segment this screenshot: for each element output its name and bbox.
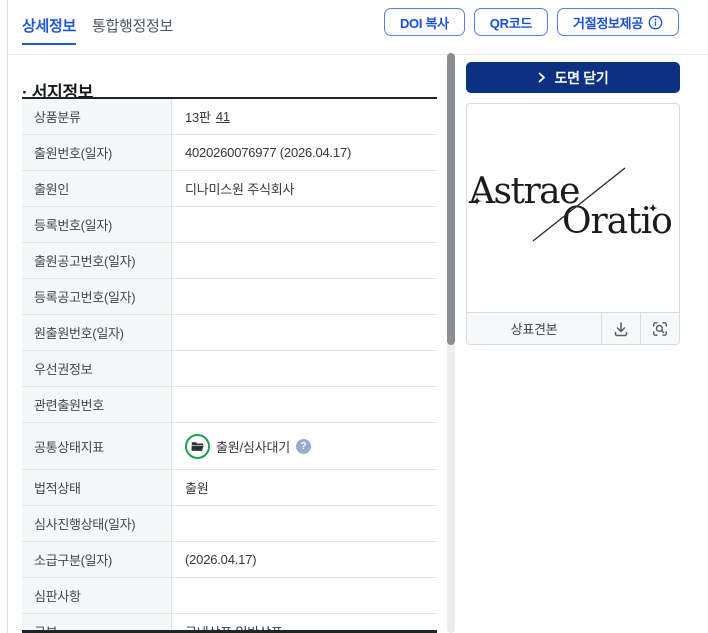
header-button-group: DOI 복사 QR코드 거절정보제공 — [383, 8, 679, 36]
header-button-label: QR코드 — [489, 15, 533, 31]
table-row: 등록공고번호(일자) — [22, 279, 437, 315]
table-row: 관련출원번호 — [22, 387, 437, 423]
table-row: 공통상태지표 출원/심사대기? — [22, 423, 437, 470]
table-row: 소급구분(일자) (2026.04.17) — [22, 542, 437, 578]
table-row: 심판사항 — [22, 578, 437, 614]
close-drawing-button[interactable]: 도면 닫기 — [466, 62, 680, 93]
value-text: 4020260076977 (2026.04.17) — [185, 145, 352, 160]
row-label: 소급구분(일자) — [22, 542, 172, 577]
row-value — [172, 506, 437, 541]
row-label: 심판사항 — [22, 578, 172, 613]
value-text: 출원 — [185, 481, 209, 496]
row-value: 13판 41 — [172, 99, 437, 134]
row-label: 등록공고번호(일자) — [22, 279, 172, 314]
tab-detail-info[interactable]: 상세정보 — [22, 15, 76, 45]
qr-code-button[interactable]: QR코드 — [473, 8, 549, 36]
table-row: 원출원번호(일자) — [22, 315, 437, 351]
image-caption: 상표견본 — [510, 322, 558, 337]
row-label: 우선권정보 — [22, 351, 172, 386]
table-row: 상품분류 13판 41 — [22, 99, 437, 135]
row-value — [172, 578, 437, 613]
open-folder-in-green-ring-icon — [185, 433, 210, 459]
value-text: (2026.04.17) — [185, 552, 257, 567]
table-row: 등록번호(일자) — [22, 207, 437, 243]
table-row: 법적상태 출원 — [22, 470, 437, 506]
row-value: (2026.04.17) — [172, 542, 437, 577]
row-label: 공통상태지표 — [22, 423, 172, 469]
download-icon — [612, 320, 630, 338]
rejection-info-button[interactable]: 거절정보제공 — [557, 8, 679, 36]
trademark-image-panel: Astrae Oratio 상표견본 — [466, 103, 680, 345]
tab-bar: 상세정보 통합행정정보 — [22, 15, 173, 45]
classification-link[interactable]: 41 — [216, 109, 230, 124]
status-text: 출원/심사대기 — [216, 439, 290, 455]
vertical-scrollbar-thumb[interactable] — [447, 53, 455, 345]
header-button-label: DOI 복사 — [399, 15, 449, 31]
row-label: 관련출원번호 — [22, 387, 172, 422]
zoom-scan-icon — [651, 320, 669, 338]
table-row: 출원번호(일자) 4020260076977 (2026.04.17) — [22, 135, 437, 171]
value-text: 13판 — [185, 110, 211, 125]
row-value: 출원/심사대기? — [172, 423, 437, 469]
row-value — [172, 315, 437, 350]
header-divider — [8, 54, 708, 55]
row-label: 상품분류 — [22, 99, 172, 134]
bibliographic-info-table: 상품분류 13판 41 출원번호(일자) 4020260076977 (2026.04.… — [22, 97, 437, 633]
trademark-image: Astrae Oratio — [467, 104, 679, 312]
row-value: 출원 — [172, 470, 437, 505]
row-value — [172, 243, 437, 278]
table-row: 출원공고번호(일자) — [22, 243, 437, 279]
row-value — [172, 279, 437, 314]
value-text: 디나미스원 주식회사 — [185, 182, 295, 197]
row-label: 출원번호(일자) — [22, 135, 172, 170]
row-value: 4020260076977 (2026.04.17) — [172, 135, 437, 170]
row-label: 심사진행상태(일자) — [22, 506, 172, 541]
doi-copy-button[interactable]: DOI 복사 — [383, 8, 465, 36]
question-mark-icon[interactable]: ? — [295, 438, 311, 454]
row-value — [172, 207, 437, 242]
row-value — [172, 351, 437, 386]
table-row: 출원인 디나미스원 주식회사 — [22, 171, 437, 207]
table-row: 우선권정보 — [22, 351, 437, 387]
tab-integrated-admin-info[interactable]: 통합행정정보 — [92, 15, 173, 45]
row-label: 법적상태 — [22, 470, 172, 505]
vertical-scrollbar-track[interactable] — [447, 53, 455, 633]
info-circle-icon — [648, 15, 663, 30]
zoom-image-button[interactable] — [640, 313, 679, 344]
table-row: 심사진행상태(일자) — [22, 506, 437, 542]
image-toolbar: 상표견본 — [467, 312, 679, 344]
header-button-label: 거절정보제공 — [573, 15, 643, 31]
row-value: 디나미스원 주식회사 — [172, 171, 437, 206]
close-drawing-label: 도면 닫기 — [554, 69, 609, 86]
row-label: 출원공고번호(일자) — [22, 243, 172, 278]
chevron-right-icon — [538, 72, 546, 83]
download-button[interactable] — [601, 313, 640, 344]
row-label: 출원인 — [22, 171, 172, 206]
row-label: 원출원번호(일자) — [22, 315, 172, 350]
row-value — [172, 387, 437, 422]
trademark-logo-word-2: Oratio — [562, 201, 673, 242]
row-label: 등록번호(일자) — [22, 207, 172, 242]
